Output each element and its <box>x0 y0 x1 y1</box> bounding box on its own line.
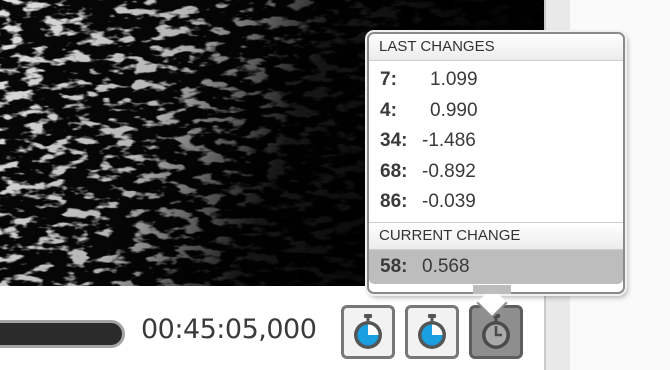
change-value: 1.099 <box>430 69 478 90</box>
change-key: 34: <box>380 130 408 151</box>
last-changes-header: LAST CHANGES <box>369 34 623 61</box>
current-change-row[interactable]: 58: 0.568 <box>369 249 623 284</box>
change-value: -1.486 <box>422 130 476 151</box>
list-item[interactable]: 34: -1.486 <box>369 126 623 157</box>
last-changes-list: 7: 1.099 4: 0.990 34: -1.486 68: -0.892 86: -… <box>369 61 623 222</box>
timecode: 00:45:05,000 <box>141 314 317 345</box>
list-item[interactable]: 86: -0.039 <box>369 187 623 218</box>
popup-pointer-mask <box>473 285 511 294</box>
change-value: -0.039 <box>422 191 476 212</box>
change-key: 4: <box>380 99 397 121</box>
list-item[interactable]: 7: 1.099 <box>369 65 623 96</box>
progress-bar[interactable] <box>0 320 125 348</box>
change-key: 68: <box>380 160 408 182</box>
list-item[interactable]: 4: 0.990 <box>369 96 623 127</box>
stopwatch-button-1[interactable] <box>341 305 395 359</box>
change-key: 7: <box>380 69 397 90</box>
change-key: 86: <box>380 191 408 212</box>
stopwatch-icon <box>418 314 446 349</box>
change-key: 58: <box>380 255 408 277</box>
list-item[interactable]: 68: -0.892 <box>369 157 623 188</box>
current-change-header: CURRENT CHANGE <box>369 221 623 250</box>
stopwatch-icon <box>482 314 510 349</box>
stopwatch-icon <box>354 314 382 349</box>
change-value: -0.892 <box>422 160 476 182</box>
stopwatch-button-2[interactable] <box>405 305 459 359</box>
change-value: 0.990 <box>430 99 478 121</box>
change-value: 0.568 <box>422 255 470 277</box>
changes-popup: LAST CHANGES 7: 1.099 4: 0.990 34: -1.486 6… <box>367 32 625 319</box>
